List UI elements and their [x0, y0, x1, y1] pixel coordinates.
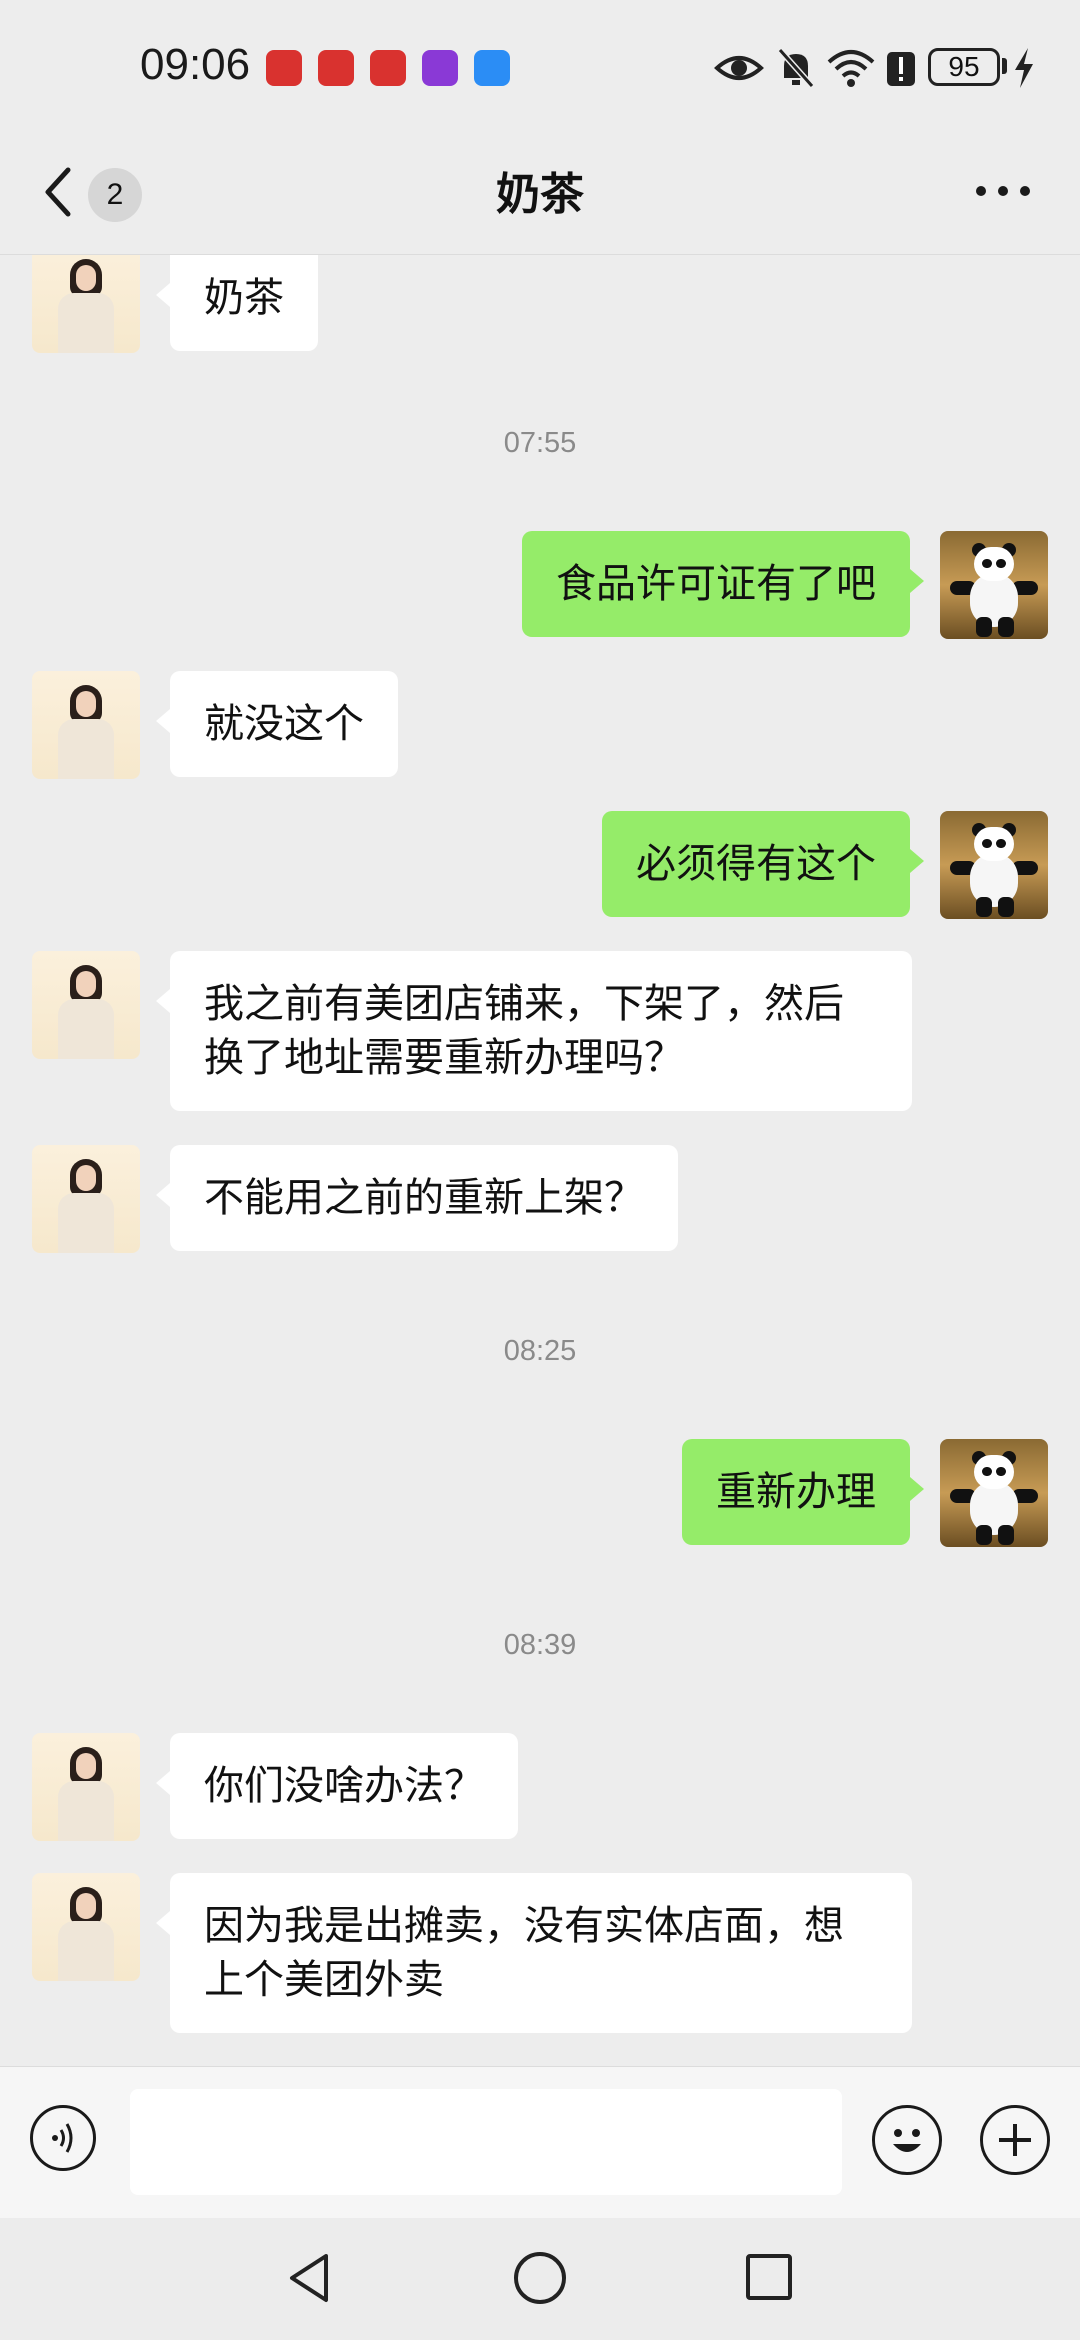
huawei-app-icon	[370, 50, 406, 86]
emoji-icon[interactable]	[872, 2105, 942, 2175]
incoming-message[interactable]: 因为我是出摊卖，没有实体店面，想上个美团外卖	[156, 1873, 912, 2033]
message-timestamp: 08:25	[503, 1335, 577, 1367]
message-text-input[interactable]	[130, 2089, 842, 2195]
nav-back-icon[interactable]	[284, 2250, 334, 2306]
incoming-message[interactable]: 奶茶	[156, 255, 318, 351]
voice-input-icon[interactable]	[30, 2105, 96, 2171]
outgoing-message[interactable]: 食品许可证有了吧	[522, 531, 924, 637]
outgoing-message[interactable]: 必须得有这个	[602, 811, 924, 917]
chat-title: 奶茶	[496, 169, 584, 220]
contact-avatar[interactable]	[32, 1873, 140, 1981]
nav-home-icon[interactable]	[514, 2252, 566, 2304]
status-time: 09:06	[140, 40, 251, 89]
system-navigation-bar	[0, 2218, 1080, 2340]
my-avatar[interactable]	[940, 811, 1048, 919]
chat-message-list[interactable]: 奶茶 07:55 食品许可证有了吧 就没这个 必须得有这个 我之前有美团店铺来，…	[0, 255, 1080, 2065]
mute-bell-icon	[777, 48, 815, 88]
battery-tip	[1002, 58, 1007, 74]
incoming-message[interactable]: 你们没啥办法？	[156, 1733, 518, 1839]
huawei-app-icon	[318, 50, 354, 86]
incoming-message[interactable]: 就没这个	[156, 671, 398, 777]
chat-header: 2 奶茶	[0, 140, 1080, 255]
more-options-icon[interactable]	[976, 186, 1030, 200]
add-attachment-icon[interactable]	[980, 2105, 1050, 2175]
my-avatar[interactable]	[940, 531, 1048, 639]
nav-recent-apps-icon[interactable]	[746, 2254, 792, 2300]
status-bar: 09:06 95	[0, 0, 1080, 140]
outgoing-message[interactable]: 重新办理	[682, 1439, 924, 1545]
contact-avatar[interactable]	[32, 1145, 140, 1253]
incoming-message[interactable]: 我之前有美团店铺来，下架了，然后换了地址需要重新办理吗？	[156, 951, 912, 1111]
huawei-app-icon	[266, 50, 302, 86]
alert-icon	[887, 52, 915, 86]
contact-avatar[interactable]	[32, 1733, 140, 1841]
message-timestamp: 07:55	[503, 427, 577, 459]
incoming-message[interactable]: 不能用之前的重新上架？	[156, 1145, 678, 1251]
contact-avatar[interactable]	[32, 255, 140, 353]
wifi-icon	[827, 50, 875, 87]
blue-app-icon	[474, 50, 510, 86]
message-input-bar	[0, 2066, 1080, 2219]
contact-avatar[interactable]	[32, 671, 140, 779]
contact-avatar[interactable]	[32, 951, 140, 1059]
battery-icon: 95	[928, 48, 1000, 86]
purple-app-icon	[422, 50, 458, 86]
my-avatar[interactable]	[940, 1439, 1048, 1547]
eye-icon	[714, 56, 764, 80]
charging-icon	[1015, 48, 1033, 88]
message-timestamp: 08:39	[503, 1629, 577, 1661]
